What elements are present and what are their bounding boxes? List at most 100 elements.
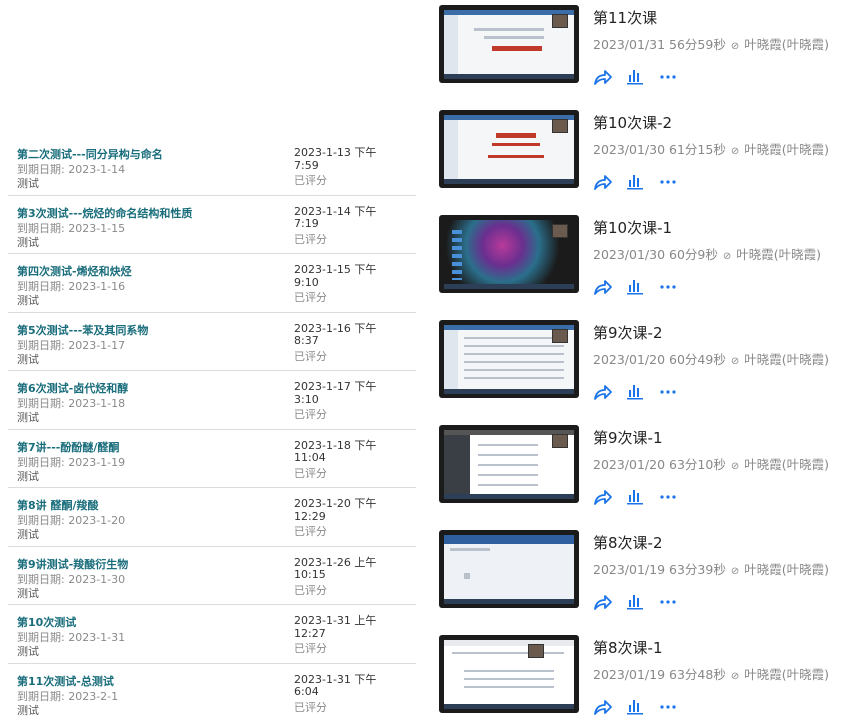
lecture-title[interactable]: 第10次课-1 [593, 217, 672, 238]
thumbnail-screen [444, 535, 574, 599]
thumbnail-screen [444, 10, 574, 74]
more-icon[interactable] [659, 487, 677, 505]
assignment-title-link[interactable]: 第8讲 醛酮/羧酸 [17, 497, 99, 513]
thumbnail-line [464, 377, 564, 379]
thumbnail-line [474, 28, 544, 31]
assignment-row[interactable]: 第7讲---酚酚醚/醛酮 到期日期: 2023-1-19 测试 2023-1-1… [8, 430, 416, 489]
thumbnail-webcam [528, 644, 544, 658]
lecture-duration: 63分48秒 [669, 667, 726, 682]
more-icon[interactable] [659, 277, 677, 295]
assignment-title-link[interactable]: 第9讲测试-羧酸衍生物 [17, 556, 128, 572]
lecture-date: 2023/01/30 [593, 247, 665, 262]
share-icon[interactable] [593, 697, 613, 717]
assignment-title-link[interactable]: 第10次测试 [17, 614, 76, 630]
stats-icon[interactable] [627, 592, 643, 610]
assignment-title-link[interactable]: 第二次测试---同分异构与命名 [17, 146, 163, 162]
assignment-title-link[interactable]: 第6次测试-卤代烃和醇 [17, 380, 128, 396]
thumbnail-line [464, 361, 564, 363]
more-icon[interactable] [659, 382, 677, 400]
assignment-status: 已评分 [294, 172, 327, 188]
assignment-row[interactable]: 第四次测试-烯烃和炔烃 到期日期: 2023-1-16 测试 2023-1-15… [8, 254, 416, 313]
video-thumbnail[interactable] [439, 425, 579, 503]
assignment-row[interactable]: 第5次测试---苯及其同系物 到期日期: 2023-1-17 测试 2023-1… [8, 313, 416, 372]
lecture-author: 叶晓霞(叶晓霞) [744, 142, 829, 157]
assignment-row[interactable]: 第9讲测试-羧酸衍生物 到期日期: 2023-1-30 测试 2023-1-26… [8, 547, 416, 606]
lecture-date: 2023/01/30 [593, 142, 665, 157]
more-icon[interactable] [659, 172, 677, 190]
share-icon[interactable] [593, 277, 613, 297]
assignment-title-link[interactable]: 第5次测试---苯及其同系物 [17, 322, 148, 338]
share-icon[interactable] [593, 487, 613, 507]
lecture-author: 叶晓霞(叶晓霞) [744, 667, 829, 682]
more-icon[interactable] [659, 67, 677, 85]
lecture-title[interactable]: 第8次课-1 [593, 637, 663, 658]
share-icon[interactable] [593, 172, 613, 192]
lecture-title[interactable]: 第9次课-1 [593, 427, 663, 448]
video-thumbnail[interactable] [439, 110, 579, 188]
lecture-title[interactable]: 第10次课-2 [593, 112, 672, 133]
clock-icon: ⊘ [731, 461, 739, 472]
thumbnail-line [450, 548, 490, 551]
share-icon[interactable] [593, 67, 613, 87]
lecture-duration: 63分10秒 [669, 457, 726, 472]
assignment-submitted-date: 2023-1-20 下午 12:29 [294, 498, 394, 523]
lecture-title[interactable]: 第9次课-2 [593, 322, 663, 343]
stats-icon[interactable] [627, 487, 643, 505]
stats-icon[interactable] [627, 172, 643, 190]
assignment-type: 测试 [17, 175, 39, 191]
video-thumbnail[interactable] [439, 320, 579, 398]
thumbnail-line [478, 474, 538, 476]
assignment-row[interactable]: 第二次测试---同分异构与命名 到期日期: 2023-1-14 测试 2023-… [8, 137, 416, 196]
thumbnail-screen [444, 640, 574, 704]
lecture-meta: 2023/01/31 56分59秒 ⊘ 叶晓霞(叶晓霞) [593, 34, 829, 53]
lecture-meta: 2023/01/30 61分15秒 ⊘ 叶晓霞(叶晓霞) [593, 139, 829, 158]
lecture-meta: 2023/01/20 63分10秒 ⊘ 叶晓霞(叶晓霞) [593, 454, 829, 473]
video-thumbnail[interactable] [439, 5, 579, 83]
lecture-date: 2023/01/19 [593, 667, 665, 682]
lecture-meta: 2023/01/30 60分9秒 ⊘ 叶晓霞(叶晓霞) [593, 244, 821, 263]
share-icon[interactable] [593, 592, 613, 612]
assignment-title-link[interactable]: 第11次测试-总测试 [17, 673, 114, 689]
lecture-date: 2023/01/20 [593, 352, 665, 367]
share-icon[interactable] [593, 382, 613, 402]
thumbnail-desktop-icons [452, 230, 462, 280]
thumbnail-screen [444, 325, 574, 389]
lecture-item: 第11次课 2023/01/31 56分59秒 ⊘ 叶晓霞(叶晓霞) [439, 5, 851, 85]
assignment-row[interactable]: 第10次测试 到期日期: 2023-1-31 测试 2023-1-31 上午 1… [8, 605, 416, 664]
assignment-status: 已评分 [294, 231, 327, 247]
more-icon[interactable] [659, 697, 677, 715]
stats-icon[interactable] [627, 382, 643, 400]
assignment-row[interactable]: 第8讲 醛酮/羧酸 到期日期: 2023-1-20 测试 2023-1-20 下… [8, 488, 416, 547]
lecture-item: 第8次课-1 2023/01/19 63分48秒 ⊘ 叶晓霞(叶晓霞) [439, 635, 851, 715]
lecture-duration: 60分49秒 [669, 352, 726, 367]
more-icon[interactable] [659, 592, 677, 610]
assignment-title-link[interactable]: 第四次测试-烯烃和炔烃 [17, 263, 132, 279]
video-thumbnail[interactable] [439, 635, 579, 713]
assignment-row[interactable]: 第11次测试-总测试 到期日期: 2023-2-1 测试 2023-1-31 下… [8, 664, 416, 722]
assignment-submitted-date: 2023-1-31 上午 12:27 [294, 615, 394, 640]
stats-icon[interactable] [627, 67, 643, 85]
assignment-title-link[interactable]: 第3次测试---烷烃的命名结构和性质 [17, 205, 192, 221]
assignment-row[interactable]: 第6次测试-卤代烃和醇 到期日期: 2023-1-18 测试 2023-1-17… [8, 371, 416, 430]
lecture-title[interactable]: 第8次课-2 [593, 532, 663, 553]
lecture-author: 叶晓霞(叶晓霞) [744, 562, 829, 577]
assignment-type: 测试 [17, 234, 39, 250]
thumbnail-line [464, 345, 564, 347]
assignment-row[interactable]: 第3次测试---烷烃的命名结构和性质 到期日期: 2023-1-15 测试 20… [8, 196, 416, 255]
thumbnail-sidebar [444, 430, 470, 494]
lecture-title[interactable]: 第11次课 [593, 7, 657, 28]
stats-icon[interactable] [627, 277, 643, 295]
video-thumbnail[interactable] [439, 215, 579, 293]
thumbnail-taskbar [444, 704, 574, 709]
thumbnail-slide-subtitle [492, 143, 540, 146]
stats-icon[interactable] [627, 697, 643, 715]
thumbnail-screen [444, 115, 574, 179]
thumbnail-taskbar [444, 284, 574, 289]
assignment-title-link[interactable]: 第7讲---酚酚醚/醛酮 [17, 439, 119, 455]
assignment-status: 已评分 [294, 465, 327, 481]
clock-icon: ⊘ [731, 566, 739, 577]
lecture-meta: 2023/01/19 63分48秒 ⊘ 叶晓霞(叶晓霞) [593, 664, 829, 683]
video-thumbnail[interactable] [439, 530, 579, 608]
thumbnail-line [478, 444, 538, 446]
lecture-date: 2023/01/20 [593, 457, 665, 472]
